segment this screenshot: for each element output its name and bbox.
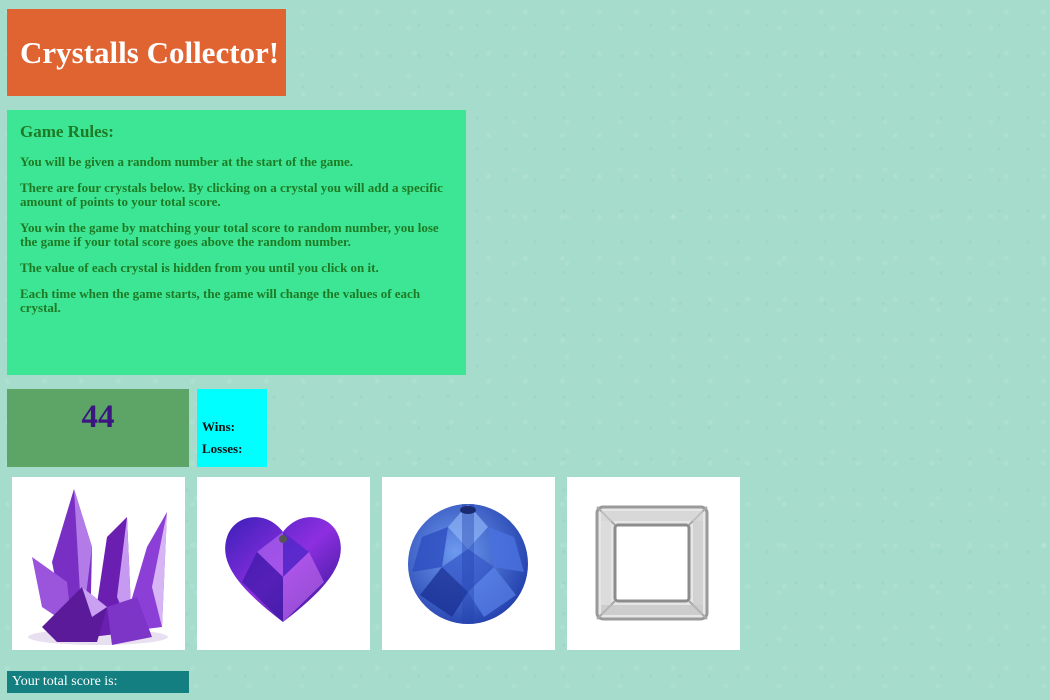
crystal-button-4[interactable]	[567, 477, 740, 650]
page-title: Crystalls Collector!	[20, 34, 280, 70]
clear-square-crystal-icon	[595, 505, 709, 621]
rule-paragraph: There are four crystals below. By clicki…	[20, 180, 443, 209]
rule-paragraph: Each time when the game starts, the game…	[20, 286, 421, 315]
wins-label: Wins:	[202, 419, 235, 434]
total-score-label: Your total score is:	[12, 674, 118, 689]
crystal-button-3[interactable]	[382, 477, 555, 650]
total-score-bar: Your total score is:	[7, 671, 189, 693]
rule-paragraph: You will be given a random number at the…	[20, 154, 354, 169]
losses-label: Losses:	[202, 441, 243, 456]
blue-round-crystal-icon	[408, 504, 528, 624]
crystal-button-1[interactable]	[12, 477, 185, 650]
rule-paragraph: The value of each crystal is hidden from…	[20, 260, 379, 275]
rule-paragraph: You win the game by matching your total …	[20, 220, 439, 249]
game-rules-panel: Game Rules: You will be given a random n…	[7, 110, 466, 375]
crystal-button-2[interactable]	[197, 477, 370, 650]
title-banner: Crystalls Collector!	[7, 9, 286, 96]
purple-crystal-cluster-icon	[28, 489, 168, 645]
stats-panel: Wins: Losses:	[197, 389, 267, 467]
target-number: 44	[81, 399, 115, 435]
rules-heading: Game Rules:	[20, 122, 114, 141]
target-number-box: 44	[7, 389, 189, 467]
heart-crystal-icon	[225, 517, 341, 622]
